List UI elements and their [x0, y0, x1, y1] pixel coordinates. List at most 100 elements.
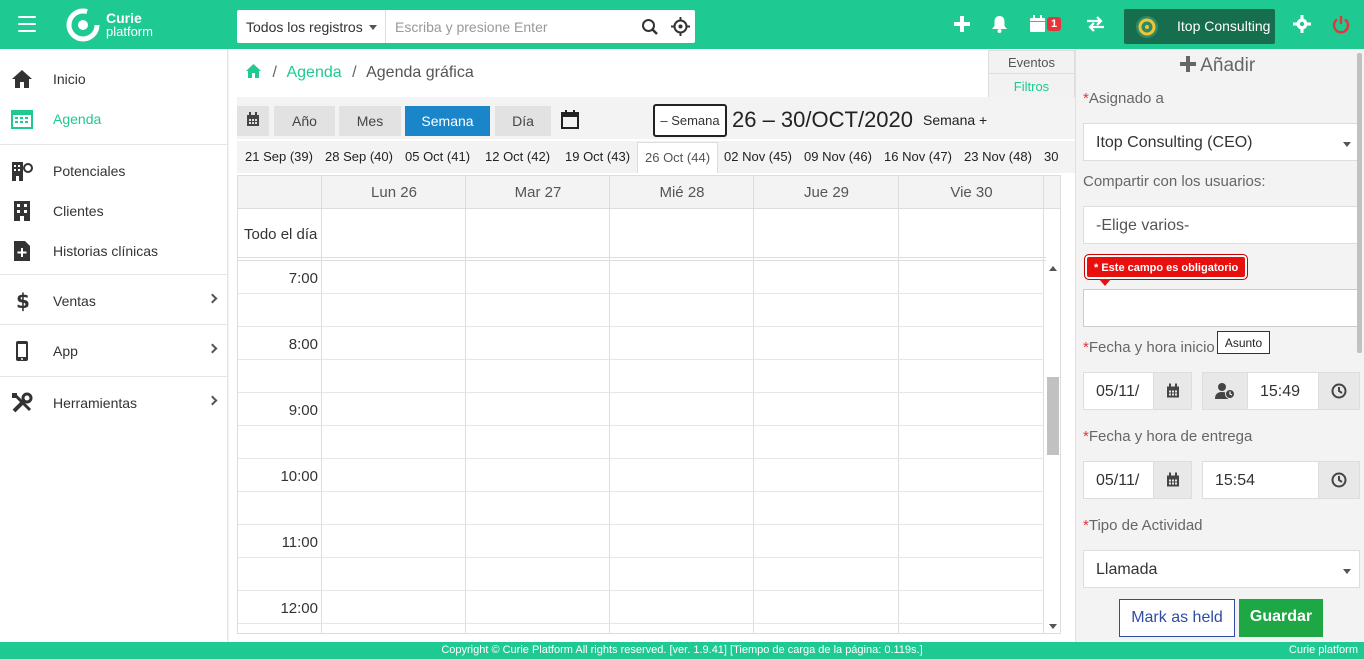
user-clock-icon — [1215, 383, 1235, 399]
time-label: 8:00 — [288, 336, 318, 353]
end-date-input[interactable]: 05/11/ — [1083, 461, 1154, 499]
subject-input[interactable] — [1083, 289, 1360, 327]
week-tab[interactable]: 05 Oct (41) — [405, 149, 470, 164]
week-tab-current[interactable]: 26 Oct (44) — [637, 142, 719, 173]
week-tab[interactable]: 09 Nov (46) — [804, 149, 872, 164]
start-date-picker-button[interactable] — [1153, 372, 1192, 410]
footer: Copyright © Curie Platform All rights re… — [0, 642, 1364, 659]
sidebar-item-label: Historias clínicas — [53, 243, 159, 259]
medical-file-icon — [11, 240, 33, 262]
scrollbar-thumb[interactable] — [1047, 377, 1059, 455]
chevron-down-icon — [1343, 142, 1351, 147]
main-content: / Agenda / Agenda gráfica Eventos Filtro… — [229, 49, 1075, 642]
start-date-input[interactable]: 05/11/ — [1083, 372, 1154, 410]
gear-icon[interactable] — [1293, 15, 1311, 38]
scroll-up-icon[interactable] — [1049, 266, 1057, 271]
sidebar-item-historias[interactable]: Historias clínicas — [0, 231, 228, 271]
next-week-button[interactable]: Semana + — [923, 112, 987, 128]
footer-copyright: Copyright © Curie Platform All rights re… — [441, 644, 923, 656]
start-time-picker-button[interactable] — [1318, 372, 1360, 410]
sidebar-item-inicio[interactable]: Inicio — [0, 59, 228, 99]
assigned-value: Itop Consulting (CEO) — [1096, 134, 1253, 151]
day-header: Jue 29 — [803, 184, 850, 201]
bell-icon[interactable] — [991, 15, 1008, 38]
hamburger-menu-icon[interactable] — [18, 16, 36, 32]
sidebar-item-herramientas[interactable]: Herramientas — [0, 383, 228, 423]
previous-week-button[interactable]: – Semana — [653, 104, 727, 137]
date-picker-icon[interactable] — [561, 110, 579, 134]
crosshair-icon[interactable] — [671, 17, 690, 41]
week-tab[interactable]: 02 Nov (45) — [724, 149, 792, 164]
end-date-picker-button[interactable] — [1153, 461, 1192, 499]
app-logo[interactable]: Curie platform — [66, 8, 206, 42]
week-tab[interactable]: 30 — [1044, 149, 1058, 164]
date-range-title: 26 – 30/OCT/2020 — [732, 107, 914, 132]
breadcrumb-agenda-link[interactable]: Agenda — [286, 64, 341, 81]
exchange-icon[interactable] — [1086, 15, 1105, 38]
user-clock-button[interactable] — [1202, 372, 1248, 410]
save-button[interactable]: Guardar — [1239, 599, 1323, 637]
activity-type-select[interactable]: Llamada — [1083, 550, 1360, 588]
search-scope-select[interactable]: Todos los registros — [237, 10, 386, 43]
chevron-right-icon — [207, 343, 218, 354]
sidebar-item-ventas[interactable]: $ Ventas — [0, 281, 228, 321]
tab-eventos[interactable]: Eventos — [988, 50, 1075, 74]
activity-label: *Tipo de Actividad — [1083, 517, 1203, 534]
curie-logo-icon — [66, 8, 100, 42]
week-tab[interactable]: 21 Sep (39) — [245, 149, 313, 164]
calendar-scrollbar[interactable] — [1046, 260, 1060, 633]
week-calendar-grid: Lun 26 Mar 27 Mié 28 Jue 29 Vie 30 Todo … — [237, 175, 1061, 634]
end-time-picker-button[interactable] — [1318, 461, 1360, 499]
sidebar: Inicio Agenda Potenciales Clientes Histo… — [0, 49, 228, 642]
search-input[interactable] — [387, 10, 637, 43]
view-day-button[interactable]: Día — [495, 106, 551, 136]
all-day-label: Todo el día — [244, 226, 318, 243]
company-name: Itop Consulting — [1177, 18, 1271, 34]
tools-icon — [11, 392, 33, 414]
week-tab[interactable]: 19 Oct (43) — [565, 149, 630, 164]
week-tab[interactable]: 28 Sep (40) — [325, 149, 393, 164]
start-time-input[interactable]: 15:49 — [1247, 372, 1319, 410]
week-tab[interactable]: 16 Nov (47) — [884, 149, 952, 164]
mobile-icon — [11, 340, 33, 362]
scroll-down-icon[interactable] — [1049, 624, 1057, 629]
calendar-icon — [1166, 383, 1179, 398]
company-avatar — [1136, 16, 1158, 38]
day-header: Lun 26 — [371, 184, 417, 201]
logo-line2: platform — [106, 24, 153, 39]
week-tab[interactable]: 12 Oct (42) — [485, 149, 550, 164]
calendar-notification-icon[interactable] — [1029, 15, 1046, 38]
divider — [0, 376, 228, 377]
time-label: 11:00 — [281, 534, 318, 551]
view-year-button[interactable]: Año — [274, 106, 335, 136]
end-label: *Fecha y hora de entrega — [1083, 428, 1253, 445]
share-users-select[interactable]: -Elige varios- — [1083, 206, 1360, 244]
week-tab[interactable]: 23 Nov (48) — [964, 149, 1032, 164]
sidebar-item-clientes[interactable]: Clientes — [0, 191, 228, 231]
home-icon[interactable] — [245, 63, 262, 84]
add-event-panel: Añadir *Asignado a Itop Consulting (CEO)… — [1075, 49, 1364, 642]
time-label: 10:00 — [280, 468, 318, 485]
activity-value: Llamada — [1096, 561, 1158, 578]
company-switcher[interactable]: Itop Consulting — [1124, 9, 1275, 44]
sidebar-item-agenda[interactable]: Agenda — [0, 99, 228, 139]
search-icon[interactable] — [641, 18, 659, 41]
clock-icon — [1331, 472, 1347, 488]
sidebar-item-potenciales[interactable]: Potenciales — [0, 151, 228, 191]
divider — [0, 144, 228, 145]
mark-as-held-button[interactable]: Mark as held — [1119, 599, 1235, 637]
view-month-button[interactable]: Mes — [339, 106, 401, 136]
panel-scrollbar[interactable] — [1357, 53, 1362, 353]
sidebar-item-label: Herramientas — [53, 395, 138, 411]
tab-filtros[interactable]: Filtros — [988, 74, 1075, 99]
assigned-select[interactable]: Itop Consulting (CEO) — [1083, 123, 1360, 161]
sidebar-item-app[interactable]: App — [0, 331, 228, 371]
sidebar-item-label: Potenciales — [53, 163, 126, 179]
breadcrumb: / Agenda / Agenda gráfica — [245, 63, 474, 84]
view-week-button[interactable]: Semana — [405, 106, 490, 136]
week-selector: 21 Sep (39) 28 Sep (40) 05 Oct (41) 12 O… — [237, 141, 1075, 173]
plus-icon[interactable] — [953, 15, 971, 38]
end-time-input[interactable]: 15:54 — [1202, 461, 1319, 499]
calendar-view-button[interactable] — [237, 106, 269, 136]
power-icon[interactable] — [1332, 15, 1350, 39]
